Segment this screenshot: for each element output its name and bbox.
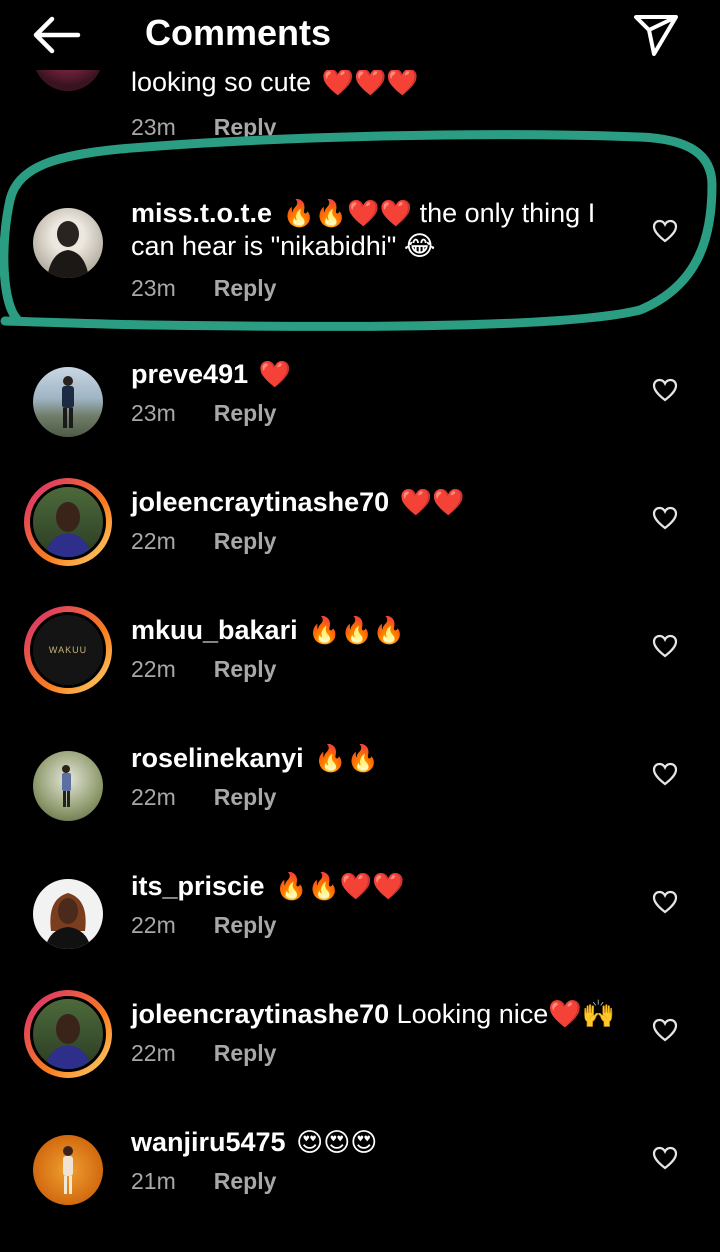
comment-meta: 22m Reply [131,784,276,811]
comment-emoji: 🔥🔥 [314,743,379,773]
comment-time: 21m [131,1168,176,1194]
comment-username[interactable]: joleencraytinashe70 [131,999,389,1029]
avatar[interactable] [24,742,112,830]
back-arrow-icon[interactable] [30,14,82,56]
comment-username[interactable]: preve491 [131,359,248,389]
comment-emoji: ❤️❤️❤️ [321,67,419,97]
avatar[interactable] [24,1126,112,1214]
comment-row: roselinekanyi 🔥🔥 22m Reply [0,740,720,868]
comment-text: wanjiru5475 😍😍😍 [131,1126,631,1159]
reply-button[interactable]: Reply [214,114,277,140]
comment-time: 22m [131,1040,176,1066]
comment-body: Looking nice❤️🙌 [396,999,616,1029]
avatar[interactable] [24,199,112,287]
comment-text: joleencraytinashe70 Looking nice❤️🙌 [131,998,631,1031]
share-send-icon[interactable] [632,12,680,58]
comment-text: preve491 ❤️ [131,358,631,391]
comment-text: joleencraytinashe70 ❤️❤️ [131,486,631,519]
avatar-story-ring[interactable]: WAKUU [24,606,112,694]
comment-emoji: 🔥🔥❤️❤️ [275,871,405,901]
comment-meta: 23m Reply [131,275,276,302]
comment-row: joleencraytinashe70 ❤️❤️ 22m Reply [0,478,720,612]
heart-icon[interactable] [652,762,678,786]
comment-meta: 22m Reply [131,656,276,683]
heart-icon[interactable] [652,1146,678,1170]
comment-time: 22m [131,912,176,938]
heart-icon[interactable] [652,890,678,914]
reply-button[interactable]: Reply [214,528,277,554]
comment-time: 23m [131,400,176,426]
comment-emoji: ❤️ [258,359,291,389]
reply-button[interactable]: Reply [214,912,277,938]
comment-time: 22m [131,784,176,810]
reply-button[interactable]: Reply [214,275,277,301]
reply-button[interactable]: Reply [214,656,277,682]
comment-meta: 22m Reply [131,528,276,555]
page-title: Comments [145,12,332,53]
comment-username[interactable]: mkuu_bakari [131,615,298,645]
comment-row: its_priscie 🔥🔥❤️❤️ 22m Reply [0,868,720,996]
comment-emoji: 🔥🔥🔥 [308,615,406,645]
top-bar: Comments [0,0,720,70]
comment-emoji: 😍😍😍 [296,1127,378,1157]
comment-emoji: 🔥🔥❤️❤️ [282,198,413,228]
comment-emoji: ❤️❤️ [399,487,465,517]
heart-icon[interactable] [652,378,678,402]
comment-row: joleencraytinashe70 Looking nice❤️🙌 22m R… [0,990,720,1124]
comment-text: roselinekanyi 🔥🔥 [131,742,631,775]
avatar-story-ring[interactable] [24,478,112,566]
comment-text: looking so cute ❤️❤️❤️ [131,66,631,99]
reply-button[interactable]: Reply [214,784,277,810]
comment-body: looking so cute [131,67,312,97]
comment-username[interactable]: roselinekanyi [131,743,304,773]
comment-row: WAKUU mkuu_bakari 🔥🔥🔥 22m Reply [0,606,720,740]
comment-meta: 23m Reply [131,400,276,427]
avatar-logo-text: WAKUU [48,645,88,655]
heart-icon[interactable] [652,1018,678,1042]
comment-time: 23m [131,275,176,301]
avatar[interactable] [24,358,112,446]
reply-button[interactable]: Reply [214,1168,277,1194]
heart-icon[interactable] [652,506,678,530]
comment-username[interactable]: wanjiru5475 [131,1127,286,1157]
heart-icon[interactable] [652,634,678,658]
comment-meta: 22m Reply [131,1040,276,1067]
comment-username[interactable]: joleencraytinashe70 [131,487,389,517]
comment-row: miss.t.o.t.e 🔥🔥❤️❤️ the only thing I can… [0,197,720,325]
comment-time: 23m [131,114,176,140]
comment-username[interactable]: its_priscie [131,871,265,901]
comment-text: miss.t.o.t.e 🔥🔥❤️❤️ the only thing I can… [131,197,631,263]
comment-meta: 23m Reply [131,114,276,141]
avatar[interactable] [24,870,112,958]
comment-meta: 21m Reply [131,1168,276,1195]
comment-username[interactable]: miss.t.o.t.e [131,198,272,228]
avatar-story-ring[interactable] [24,990,112,1078]
comment-time: 22m [131,528,176,554]
reply-button[interactable]: Reply [214,400,277,426]
comment-text: mkuu_bakari 🔥🔥🔥 [131,614,631,647]
comment-text: its_priscie 🔥🔥❤️❤️ [131,870,631,903]
reply-button[interactable]: Reply [214,1040,277,1066]
comment-meta: 22m Reply [131,912,276,939]
comment-row: preve491 ❤️ 23m Reply [0,356,720,484]
heart-icon[interactable] [652,219,678,243]
comment-time: 22m [131,656,176,682]
comment-row: wanjiru5475 😍😍😍 21m Reply [0,1124,720,1252]
